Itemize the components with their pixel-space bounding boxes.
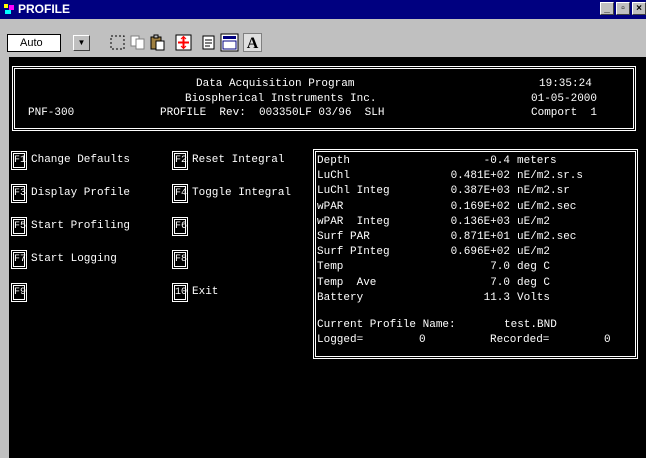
console-window[interactable]: Data Acquisition Program Biospherical In…	[9, 57, 646, 458]
clock-time: 19:35:24	[539, 78, 592, 90]
menu-label[interactable]: Start Profiling	[31, 220, 130, 233]
profile-name-value: test.BND	[504, 319, 557, 331]
reading-name: LuChl Integ	[317, 185, 390, 198]
font-size-select[interactable]: Auto	[7, 34, 61, 52]
function-key-f1[interactable]: F1	[11, 151, 27, 170]
font-button[interactable]: A	[243, 33, 262, 52]
function-key-f7[interactable]: F7	[11, 250, 27, 269]
toolbar: Auto ▼ A	[0, 21, 646, 57]
comport-label: Comport 1	[531, 107, 598, 119]
function-key-f8[interactable]: F8	[172, 250, 188, 269]
reading-unit: nE/m2.sr	[517, 185, 570, 198]
mark-icon[interactable]	[108, 33, 127, 52]
function-key-f3[interactable]: F3	[11, 184, 27, 203]
close-button[interactable]: ×	[632, 2, 646, 15]
readings-panel: Depth -0.4 meters LuChl 0.481E+02 nE/m2.sr.s L…	[313, 149, 638, 359]
function-key-f6[interactable]: F6	[172, 217, 188, 236]
reading-name: Battery	[317, 291, 364, 304]
reading-value: 7.0	[490, 261, 510, 274]
reading-unit: uE/m2.sec	[517, 200, 577, 213]
reading-name: Surf PInteg	[317, 246, 390, 259]
recorded-label: Recorded=	[490, 334, 550, 346]
reading-unit: deg C	[517, 261, 551, 274]
reading-value: 0.481E+02	[450, 170, 510, 183]
background-icon[interactable]	[220, 33, 239, 52]
company-name: Biospherical Instruments Inc.	[185, 93, 377, 105]
reading-unit: uE/m2	[517, 246, 551, 259]
program-title: Data Acquisition Program	[196, 78, 355, 90]
minimize-button[interactable]: _	[600, 2, 614, 15]
model-label: PNF-300	[28, 107, 75, 119]
function-key-f9[interactable]: F9	[11, 283, 27, 302]
reading-value: -0.4	[483, 155, 510, 167]
reading-unit: Volts	[517, 291, 551, 304]
reading-value: 0.387E+03	[450, 185, 510, 198]
reading-unit: uE/m2	[517, 215, 551, 228]
logged-value: 0	[419, 334, 426, 346]
reading-name: wPAR Integ	[317, 215, 390, 228]
title-bar[interactable]: PROFILE _ ▫ ×	[0, 0, 646, 19]
function-key-f4[interactable]: F4	[172, 184, 188, 203]
full-screen-icon[interactable]	[174, 33, 193, 52]
logged-label: Logged=	[317, 334, 364, 346]
profile-name-label: Current Profile Name:	[317, 319, 456, 331]
menu-label[interactable]: Display Profile	[31, 187, 130, 200]
menu-label[interactable]: Exit	[192, 286, 218, 299]
recorded-value: 0	[604, 334, 611, 346]
reading-name: LuChl	[317, 170, 351, 183]
app-icon[interactable]	[2, 2, 16, 16]
function-key-f2[interactable]: F2	[172, 151, 188, 170]
reading-unit: meters	[517, 155, 557, 167]
reading-name: Temp Ave	[317, 276, 377, 289]
reading-value: 0.696E+02	[450, 246, 510, 259]
reading-name: wPAR	[317, 200, 344, 213]
revision-label: PROFILE Rev: 003350LF 03/96 SLH	[160, 107, 385, 119]
reading-value: 0.871E+01	[450, 231, 510, 243]
dropdown-arrow-icon[interactable]: ▼	[73, 35, 90, 51]
reading-value: 0.169E+02	[450, 200, 510, 213]
reading-unit: uE/m2.sec	[517, 231, 577, 243]
reading-name: Depth	[317, 155, 351, 167]
reading-unit: deg C	[517, 276, 551, 289]
reading-value: 7.0	[490, 276, 510, 289]
properties-icon[interactable]	[200, 33, 219, 52]
header-panel: Data Acquisition Program Biospherical In…	[12, 66, 636, 131]
reading-unit: nE/m2.sr.s	[517, 170, 584, 183]
reading-value: 11.3	[483, 291, 510, 304]
menu-label[interactable]: Toggle Integral	[192, 187, 291, 200]
function-key-10[interactable]: 10	[172, 283, 188, 302]
menu-label[interactable]: Start Logging	[31, 253, 117, 266]
paste-icon[interactable]	[148, 33, 167, 52]
menu-label[interactable]: Reset Integral	[192, 154, 284, 167]
reading-name: Surf PAR	[317, 231, 370, 243]
reading-value: 0.136E+03	[450, 215, 510, 228]
reading-name: Temp	[317, 261, 344, 274]
maximize-button[interactable]: ▫	[616, 2, 630, 15]
copy-icon[interactable]	[128, 33, 147, 52]
window-title: PROFILE	[18, 2, 71, 16]
menu-label[interactable]: Change Defaults	[31, 154, 130, 167]
function-key-f5[interactable]: F5	[11, 217, 27, 236]
clock-date: 01-05-2000	[531, 93, 598, 105]
